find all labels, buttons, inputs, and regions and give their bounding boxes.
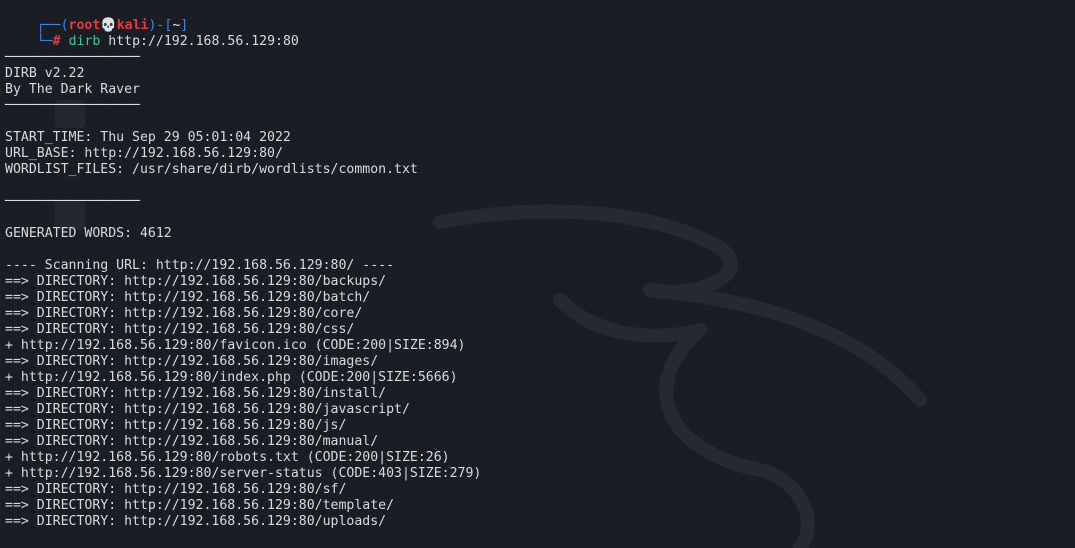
output-line: ==> DIRECTORY: http://192.168.56.129:80/… xyxy=(5,498,395,513)
output-line: By The Dark Raver xyxy=(5,82,140,97)
prompt-frame-close: ] xyxy=(180,18,189,33)
prompt-symbol: # xyxy=(52,34,61,49)
output-line: ==> DIRECTORY: http://192.168.56.129:80/… xyxy=(5,418,347,433)
output-line: ==> DIRECTORY: http://192.168.56.129:80/… xyxy=(5,514,387,529)
output-line: START_TIME: Thu Sep 29 05:01:04 2022 xyxy=(5,130,291,145)
prompt-line-1: ┌──(root💀kali)-[~] xyxy=(5,2,1075,33)
output-line: ==> DIRECTORY: http://192.168.56.129:80/… xyxy=(5,434,379,449)
output-line: ==> DIRECTORY: http://192.168.56.129:80/… xyxy=(5,290,371,305)
output-line: + http://192.168.56.129:80/robots.txt (C… xyxy=(5,450,450,465)
prompt-corner: └─ xyxy=(36,34,53,49)
prompt-frame-open: ┌──( xyxy=(36,18,69,33)
prompt-frame-mid: )-[ xyxy=(148,18,173,33)
output-line: ==> DIRECTORY: http://192.168.56.129:80/… xyxy=(5,482,347,497)
output-line: GENERATED WORDS: 4612 xyxy=(5,226,172,241)
output-line: ───────────────── xyxy=(5,194,140,209)
skull-icon: 💀 xyxy=(100,18,117,33)
terminal-output: ───────────────── DIRB v2.22 By The Dark R… xyxy=(5,34,1075,530)
output-line: ==> DIRECTORY: http://192.168.56.129:80/… xyxy=(5,322,355,337)
output-line: ==> DIRECTORY: http://192.168.56.129:80/… xyxy=(5,306,363,321)
prompt-host: kali xyxy=(116,18,149,33)
output-line: ==> DIRECTORY: http://192.168.56.129:80/… xyxy=(5,386,387,401)
output-line: + http://192.168.56.129:80/index.php (CO… xyxy=(5,370,458,385)
output-line: ───────────────── xyxy=(5,98,140,113)
prompt-user: root xyxy=(68,18,101,33)
output-line: + http://192.168.56.129:80/favicon.ico (… xyxy=(5,338,466,353)
output-line: ───────────────── xyxy=(5,50,140,65)
command-name: dirb xyxy=(68,34,101,49)
output-line: URL_BASE: http://192.168.56.129:80/ xyxy=(5,146,283,161)
output-line: ---- Scanning URL: http://192.168.56.129… xyxy=(5,258,395,273)
output-line: ==> DIRECTORY: http://192.168.56.129:80/… xyxy=(5,402,410,417)
command-argument: http://192.168.56.129:80 xyxy=(108,34,299,49)
output-line: ==> DIRECTORY: http://192.168.56.129:80/… xyxy=(5,274,387,289)
terminal[interactable]: ┌──(root💀kali)-[~] └─# dirb http://192.1… xyxy=(5,2,1075,530)
output-line: + http://192.168.56.129:80/server-status… xyxy=(5,466,482,481)
output-line: WORDLIST_FILES: /usr/share/dirb/wordlist… xyxy=(5,162,418,177)
output-line: ==> DIRECTORY: http://192.168.56.129:80/… xyxy=(5,354,379,369)
output-line: DIRB v2.22 xyxy=(5,66,85,81)
